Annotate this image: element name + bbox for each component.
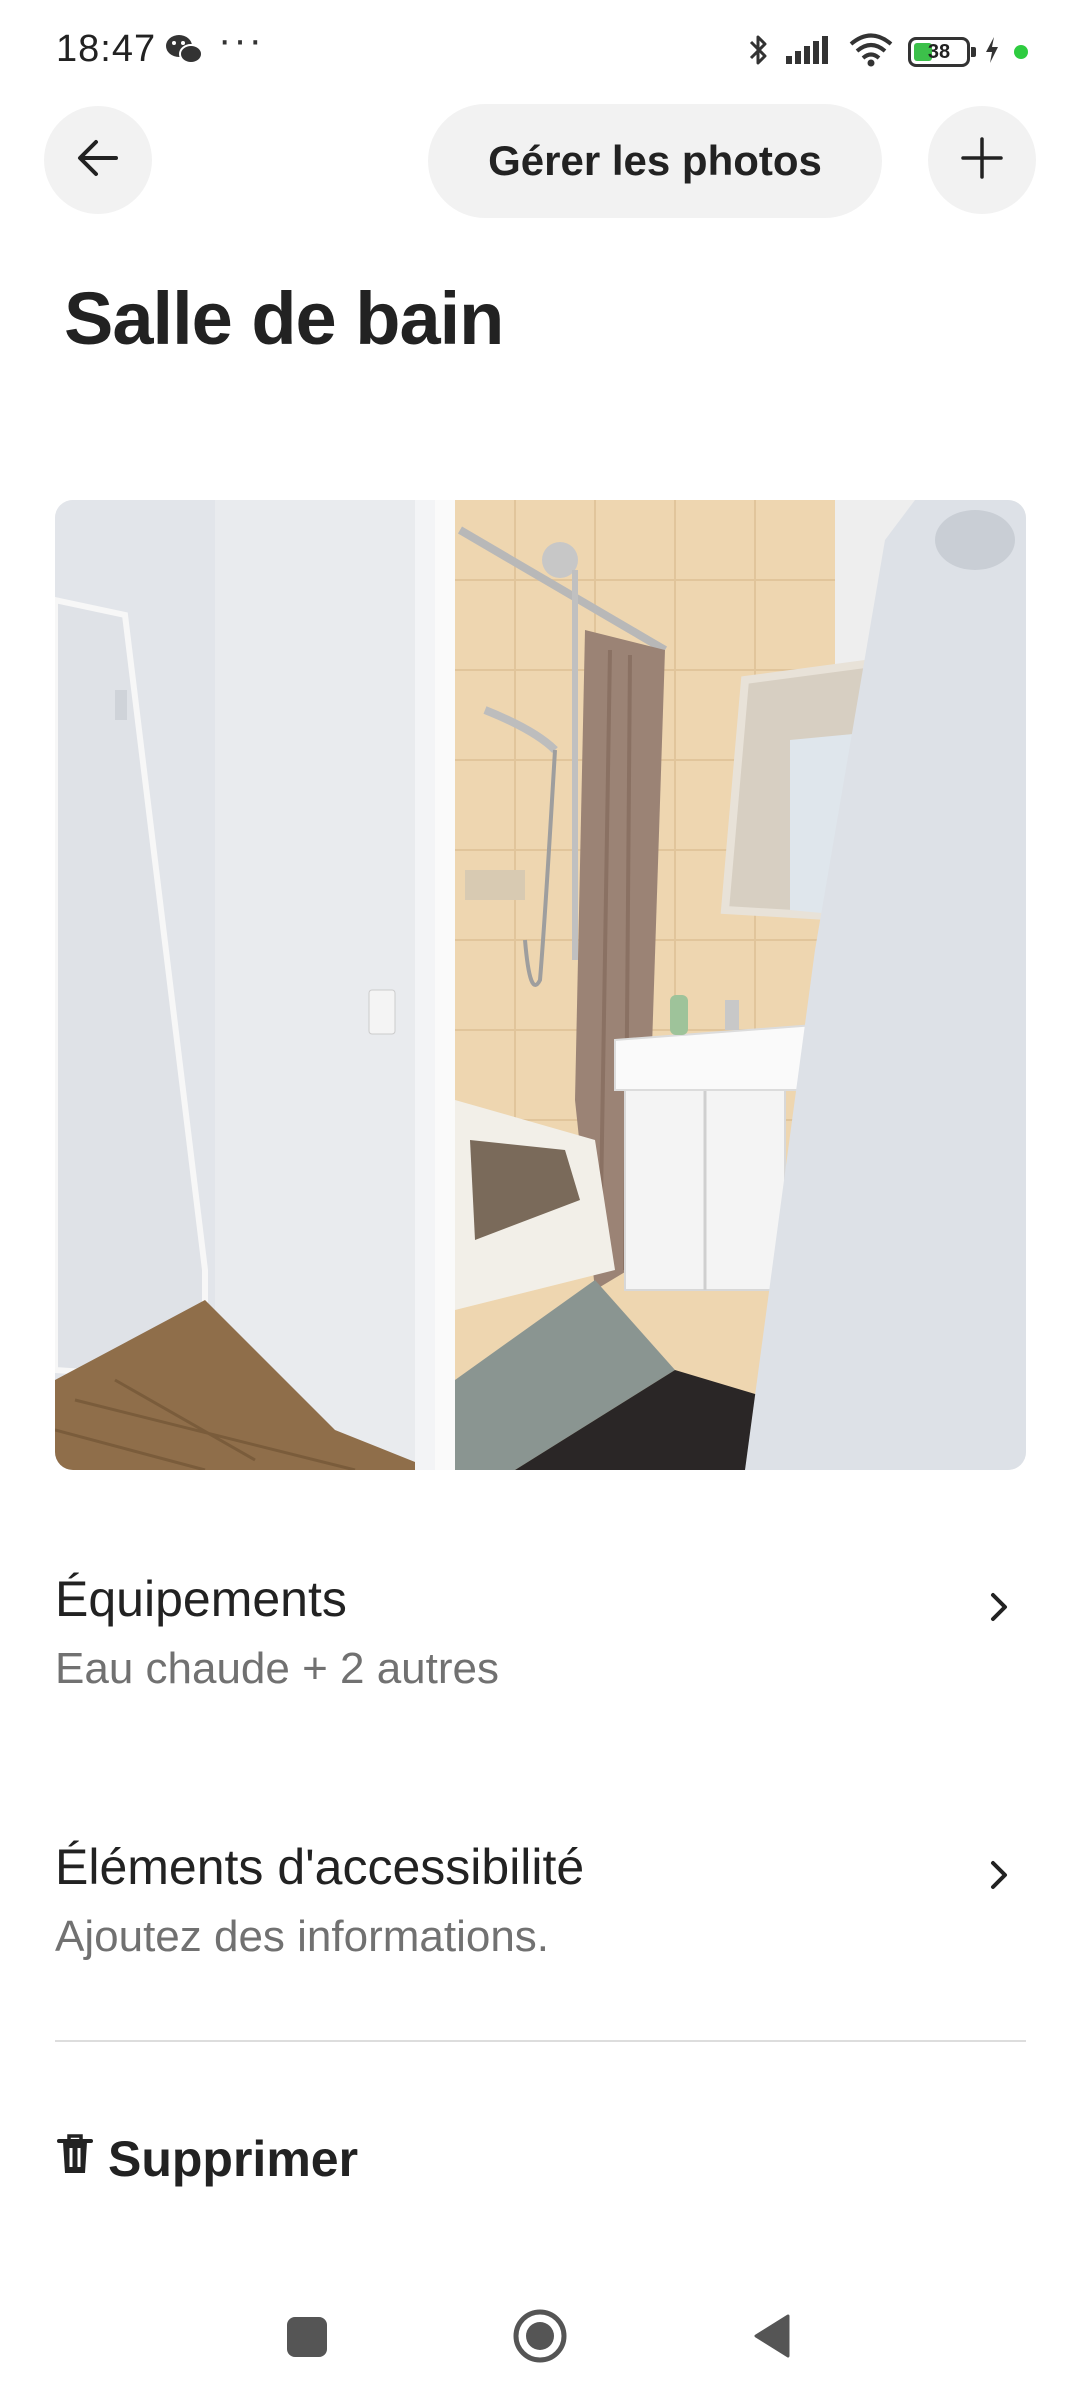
back-button[interactable]	[44, 106, 152, 214]
equipment-subtitle: Eau chaude + 2 autres	[55, 1644, 499, 1693]
accessibility-title: Éléments d'accessibilité	[55, 1839, 585, 1895]
equipment-title: Équipements	[55, 1571, 347, 1627]
manage-photos-button[interactable]: Gérer les photos	[428, 104, 882, 218]
wechat-icon	[164, 32, 204, 68]
status-time: 18:47	[56, 28, 157, 70]
trash-icon	[56, 2130, 94, 2188]
bluetooth-icon	[748, 32, 770, 73]
status-indicator-dot	[1014, 45, 1028, 59]
more-notifications-icon: ···	[218, 18, 264, 62]
page-title: Salle de bain	[64, 277, 504, 360]
wifi-icon	[848, 33, 894, 72]
bathroom-photo-illustration	[55, 500, 1026, 1470]
arrow-left-icon	[76, 138, 120, 183]
signal-icon	[784, 34, 834, 71]
add-photo-button[interactable]	[928, 106, 1036, 214]
system-nav-bar	[0, 2290, 1080, 2400]
charging-icon	[984, 35, 1000, 70]
equipment-row[interactable]: Équipements Eau chaude + 2 autres	[55, 1570, 1026, 1750]
accessibility-row[interactable]: Éléments d'accessibilité Ajoutez des inf…	[55, 1838, 1026, 2018]
battery-icon: 38	[908, 37, 976, 67]
accessibility-subtitle: Ajoutez des informations.	[55, 1912, 550, 1961]
room-photo[interactable]	[55, 500, 1026, 1470]
home-button[interactable]	[512, 2308, 568, 2364]
plus-icon	[960, 136, 1004, 185]
chevron-right-icon	[986, 1860, 1012, 1890]
recent-apps-button[interactable]	[287, 2317, 327, 2357]
status-icons: 38	[748, 30, 1028, 74]
status-bar: 18:47 ··· 38	[0, 0, 1080, 100]
chevron-right-icon	[986, 1592, 1012, 1622]
delete-button[interactable]: Supprimer	[56, 2130, 358, 2188]
delete-label: Supprimer	[108, 2131, 359, 2187]
divider	[55, 2040, 1026, 2042]
system-back-button[interactable]	[752, 2312, 792, 2360]
battery-level: 38	[927, 41, 951, 63]
